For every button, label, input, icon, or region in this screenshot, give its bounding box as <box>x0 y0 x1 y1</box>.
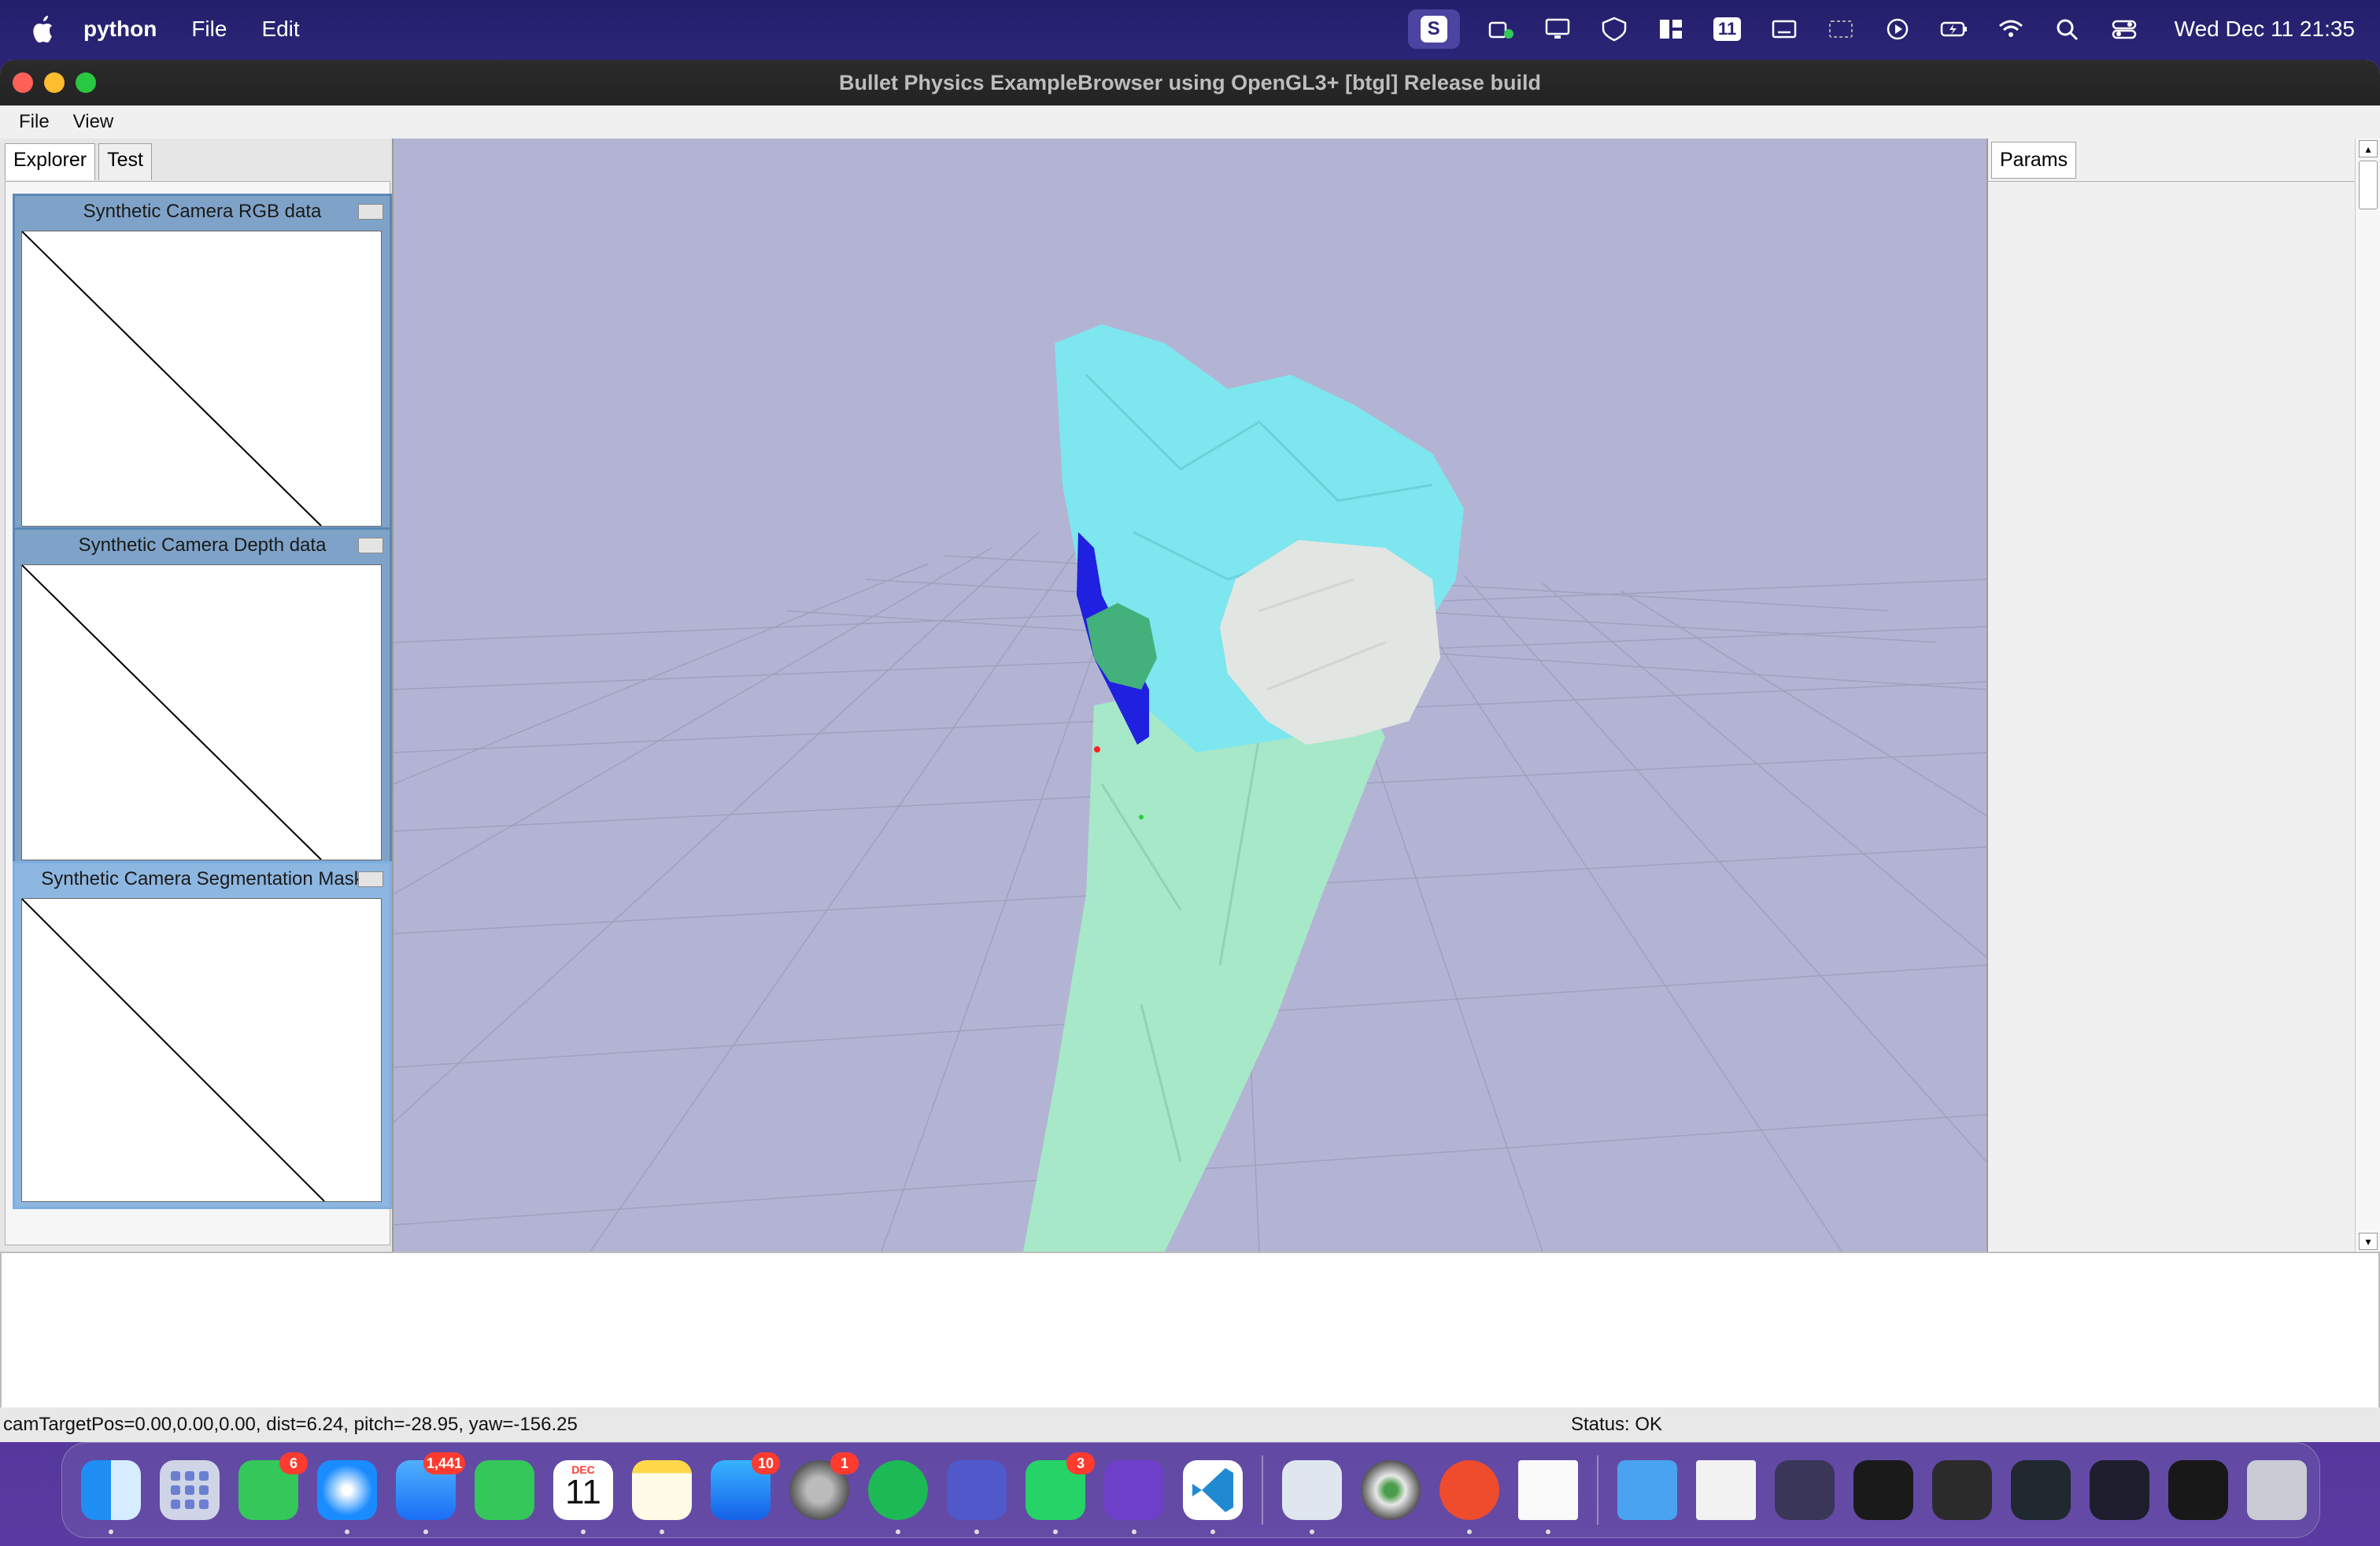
now-playing-icon[interactable] <box>1882 17 1913 42</box>
scroll-up-arrow-icon[interactable]: ▴ <box>2359 140 2378 157</box>
calendar-icon[interactable]: DEC 11 <box>553 1460 613 1534</box>
camera-depth-panel: Synthetic Camera Depth data <box>13 527 392 866</box>
maximize-window-button[interactable] <box>76 72 96 93</box>
camera-segmentation-header[interactable]: Synthetic Camera Segmentation Mask <box>15 864 390 895</box>
facetime-icon[interactable] <box>475 1460 534 1520</box>
camera-info-text: camTargetPos=0.00,0.00,0.00, dist=6.24, … <box>3 1414 578 1435</box>
app-menu-bar: File View <box>0 105 2380 139</box>
recent-window-thumbnail-1[interactable] <box>1775 1460 1835 1520</box>
recent-window-thumbnail-2[interactable] <box>1853 1460 1913 1520</box>
app-menu-file[interactable]: File <box>19 111 50 133</box>
camera-rgb-panel: Synthetic Camera RGB data <box>13 194 392 532</box>
dock-separator <box>1262 1455 1263 1525</box>
spotify-icon[interactable] <box>868 1460 928 1534</box>
origin-marker-red <box>1094 746 1100 753</box>
scroll-down-arrow-icon[interactable]: ▾ <box>2359 1233 2378 1250</box>
camera-segmentation-panel: Synthetic Camera Segmentation Mask <box>13 861 392 1209</box>
mail-icon[interactable]: 1,441 <box>396 1452 465 1534</box>
console-output[interactable] <box>0 1252 2380 1409</box>
status-bar: camTargetPos=0.00,0.00,0.00, dist=6.24, … <box>0 1407 2380 1442</box>
app-menu-view[interactable]: View <box>73 111 114 133</box>
teams-status-icon[interactable] <box>1485 17 1517 42</box>
vscode-icon[interactable] <box>1183 1460 1243 1534</box>
3d-viewport[interactable] <box>394 139 1986 1252</box>
teams-icon[interactable] <box>947 1460 1007 1534</box>
display-status-icon[interactable] <box>1542 17 1573 42</box>
explorer-panel: Explorer Test Synthetic Camera RGB data … <box>0 139 394 1252</box>
menubar-clock[interactable]: Wed Dec 11 21:35 <box>2175 17 2355 42</box>
github-desktop-icon[interactable] <box>1104 1460 1164 1534</box>
vpn-status-icon[interactable] <box>1598 17 1630 42</box>
window-titlebar[interactable]: Bullet Physics ExampleBrowser using Open… <box>0 60 2380 105</box>
camera-depth-header[interactable]: Synthetic Camera Depth data <box>15 530 390 561</box>
camera-rgb-title: Synthetic Camera RGB data <box>83 201 322 222</box>
macos-dock: 6 1,441 DEC 11 10 1 3 <box>61 1442 2320 1538</box>
params-body[interactable] <box>1988 181 2356 1252</box>
wifi-icon[interactable] <box>1995 17 2027 42</box>
finder-icon[interactable] <box>81 1460 141 1534</box>
bullet-physics-window: Bullet Physics ExampleBrowser using Open… <box>0 60 2380 1442</box>
zip-file-icon[interactable] <box>1696 1460 1756 1520</box>
menu-app-python[interactable]: python <box>83 17 157 42</box>
camera-depth-image <box>21 564 382 860</box>
camera-rgb-minimize-button[interactable] <box>358 204 383 220</box>
eye-app-icon[interactable] <box>1361 1460 1421 1520</box>
window-controls <box>13 72 107 93</box>
screen-mirror-icon[interactable] <box>1825 17 1857 42</box>
camera-segmentation-title: Synthetic Camera Segmentation Mask <box>41 868 364 890</box>
skitch-status-icon[interactable]: S <box>1407 9 1460 49</box>
safari-icon[interactable] <box>317 1460 377 1534</box>
explorer-tabs: Explorer Test <box>5 143 155 180</box>
window-title: Bullet Physics ExampleBrowser using Open… <box>839 70 1541 94</box>
camera-segmentation-image <box>21 898 382 1202</box>
document-icon[interactable] <box>1518 1460 1578 1534</box>
trash-icon[interactable] <box>2247 1460 2307 1520</box>
spotlight-search-icon[interactable] <box>2052 17 2083 42</box>
params-panel: Params <box>1986 139 2356 1252</box>
close-window-button[interactable] <box>13 72 33 93</box>
messages-icon[interactable]: 6 <box>238 1452 308 1520</box>
status-text: Status: OK <box>1571 1414 1663 1435</box>
macos-menubar: python File Edit S 11 Wed Dec 11 21:35 <box>0 0 2380 58</box>
minimize-window-button[interactable] <box>44 72 65 93</box>
main-content: Explorer Test Synthetic Camera RGB data … <box>0 139 2380 1252</box>
skitch-app-icon[interactable] <box>1439 1460 1499 1534</box>
launchpad-icon[interactable] <box>160 1460 220 1520</box>
dock-separator-2 <box>1597 1455 1598 1525</box>
folder-icon[interactable] <box>1617 1460 1677 1520</box>
params-scrollbar[interactable]: ▴ ▾ <box>2355 139 2380 1252</box>
camera-depth-minimize-button[interactable] <box>358 538 383 553</box>
recent-window-thumbnail-5[interactable] <box>2090 1460 2149 1520</box>
recent-window-thumbnail-3[interactable] <box>1932 1460 1992 1520</box>
preview-icon[interactable] <box>1282 1460 1342 1534</box>
recent-window-thumbnail-6[interactable] <box>2168 1460 2228 1520</box>
keyboard-status-icon[interactable] <box>1768 17 1800 42</box>
apple-icon[interactable] <box>31 16 54 43</box>
system-settings-icon[interactable]: 1 <box>789 1452 859 1520</box>
menu-file[interactable]: File <box>191 17 227 42</box>
menu-edit[interactable]: Edit <box>261 17 299 42</box>
scene-render <box>394 324 1986 1252</box>
notes-icon[interactable] <box>632 1460 692 1534</box>
camera-rgb-image <box>21 231 382 527</box>
whatsapp-icon[interactable]: 3 <box>1026 1452 1095 1534</box>
scrollbar-thumb[interactable] <box>2359 161 2378 209</box>
camera-depth-title: Synthetic Camera Depth data <box>78 534 327 556</box>
menubar-status-area: S 11 Wed Dec 11 21:35 <box>1407 0 2355 58</box>
origin-marker-green <box>1139 815 1144 819</box>
window-layout-icon[interactable] <box>1655 17 1687 42</box>
tab-explorer[interactable]: Explorer <box>5 143 96 180</box>
tab-test[interactable]: Test <box>98 143 152 180</box>
battery-icon[interactable] <box>1938 17 1970 42</box>
camera-rgb-header[interactable]: Synthetic Camera RGB data <box>15 196 390 227</box>
app-store-icon[interactable]: 10 <box>711 1452 780 1520</box>
camera-segmentation-minimize-button[interactable] <box>358 871 383 887</box>
calendar-status-icon[interactable]: 11 <box>1712 17 1743 42</box>
recent-window-thumbnail-4[interactable] <box>2011 1460 2071 1520</box>
control-center-icon[interactable] <box>2108 17 2140 42</box>
tab-params[interactable]: Params <box>1991 142 2077 179</box>
